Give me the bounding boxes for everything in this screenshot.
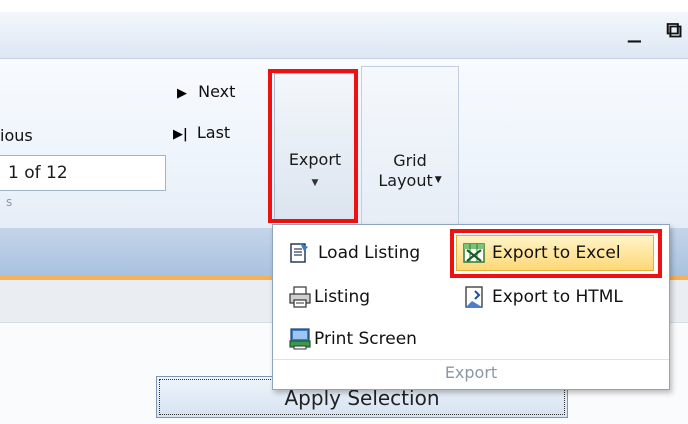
menu-separator [273,359,669,360]
menu-item-label: Load Listing [318,243,421,263]
page-indicator-field[interactable]: 1 of 12 [0,155,166,191]
grid-layout-label-line2: Layout [378,171,433,190]
play-arrow-icon: ▶ [177,86,187,101]
page-indicator-value: 1 of 12 [8,163,68,183]
title-bar [0,12,688,59]
menu-item-load-listing[interactable]: Load Listing [288,237,420,269]
dropdown-group-label: Export [444,363,498,382]
load-listing-icon [288,241,314,265]
grid-layout-button[interactable]: Grid Layout ▼ [361,66,459,226]
last-label: Last [196,123,231,142]
skip-end-icon: ▶| [173,127,188,142]
print-screen-icon [288,327,314,351]
menu-item-label: Print Screen [314,329,417,349]
menu-item-print-screen[interactable]: Print Screen [288,323,417,355]
grid-layout-label-line2-wrap: Layout ▼ [362,171,458,190]
export-button-highlight-box [268,69,358,223]
menu-item-label: Listing [314,287,371,307]
next-nav[interactable]: ▶ Next [177,82,235,101]
menu-item-listing[interactable]: Listing [288,281,370,313]
dropdown-caret-icon: ▼ [434,175,442,185]
nav-group-label: s [6,195,13,209]
menu-item-label: Export to HTML [492,287,623,307]
menu-item-export-to-html[interactable]: Export to HTML [462,281,623,313]
previous-label[interactable]: ious [0,126,33,145]
next-label: Next [198,82,236,101]
last-nav[interactable]: ▶| Last [173,123,230,142]
grid-layout-label-line1: Grid [393,151,427,170]
html-export-icon [462,285,488,309]
export-to-excel-highlight-box [450,229,662,278]
window-controls[interactable]: _ ⧉ [628,18,688,43]
printer-listing-icon [288,285,314,309]
